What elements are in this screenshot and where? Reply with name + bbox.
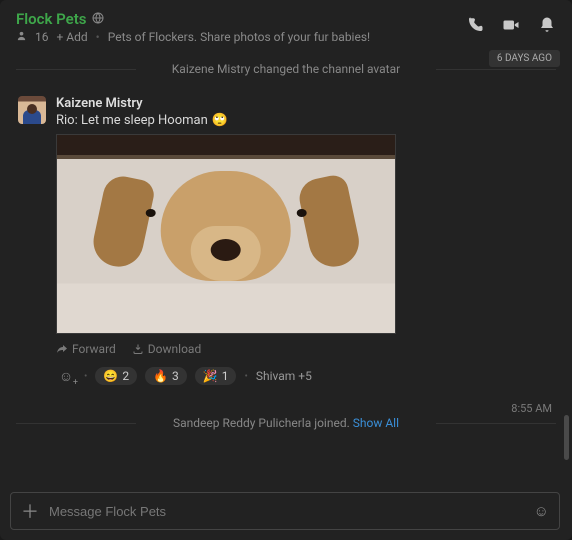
- scrollbar-thumb[interactable]: [564, 415, 569, 460]
- system-event-avatar-change: Kaizene Mistry changed the channel avata…: [16, 62, 556, 76]
- separator-dot: •: [84, 371, 87, 382]
- channel-header: Flock Pets 16 + Add • Pets of Flockers. …: [6, 10, 566, 48]
- plus-icon[interactable]: ＋: [21, 498, 39, 524]
- member-count[interactable]: 16: [35, 30, 49, 44]
- separator-dot: •: [96, 30, 100, 44]
- download-button[interactable]: Download: [132, 342, 201, 356]
- globe-icon: [92, 12, 104, 27]
- reactors-summary[interactable]: Shivam +5: [256, 369, 312, 383]
- message-input[interactable]: [49, 504, 524, 519]
- separator-dot: •: [244, 371, 247, 382]
- avatar[interactable]: [18, 96, 46, 124]
- image-attachment[interactable]: [56, 134, 396, 334]
- add-members-button[interactable]: + Add: [57, 30, 88, 44]
- eyeroll-emoji: 🙄: [212, 113, 228, 128]
- show-all-link[interactable]: Show All: [353, 416, 399, 430]
- channel-topic: Pets of Flockers. Share photos of your f…: [108, 30, 370, 44]
- system-event-join: Sandeep Reddy Pulicherla joined. Show Al…: [6, 416, 566, 430]
- message-author[interactable]: Kaizene Mistry: [56, 96, 554, 111]
- bell-icon[interactable]: [538, 16, 556, 38]
- message-timestamp: 8:55 AM: [511, 402, 552, 415]
- video-icon[interactable]: [502, 16, 520, 38]
- reaction-pill[interactable]: 😄 2: [95, 367, 137, 385]
- add-reaction-button[interactable]: ☺: [56, 366, 76, 386]
- message-text: Rio: Let me sleep Hooman 🙄: [56, 113, 554, 128]
- forward-button[interactable]: Forward: [56, 342, 116, 356]
- party-emoji: 🎉: [203, 369, 218, 383]
- members-icon: [16, 30, 27, 44]
- message: Kaizene Mistry Rio: Let me sleep Hooman …: [6, 80, 566, 386]
- emoji-picker-icon[interactable]: ☺: [534, 502, 549, 520]
- fire-emoji: 🔥: [153, 369, 168, 383]
- phone-icon[interactable]: [466, 16, 484, 38]
- reaction-pill[interactable]: 🔥 3: [145, 367, 187, 385]
- message-composer: ＋ ☺: [10, 492, 560, 530]
- grin-emoji: 😄: [103, 369, 118, 383]
- channel-name[interactable]: Flock Pets: [16, 10, 86, 28]
- reaction-pill[interactable]: 🎉 1: [195, 367, 237, 385]
